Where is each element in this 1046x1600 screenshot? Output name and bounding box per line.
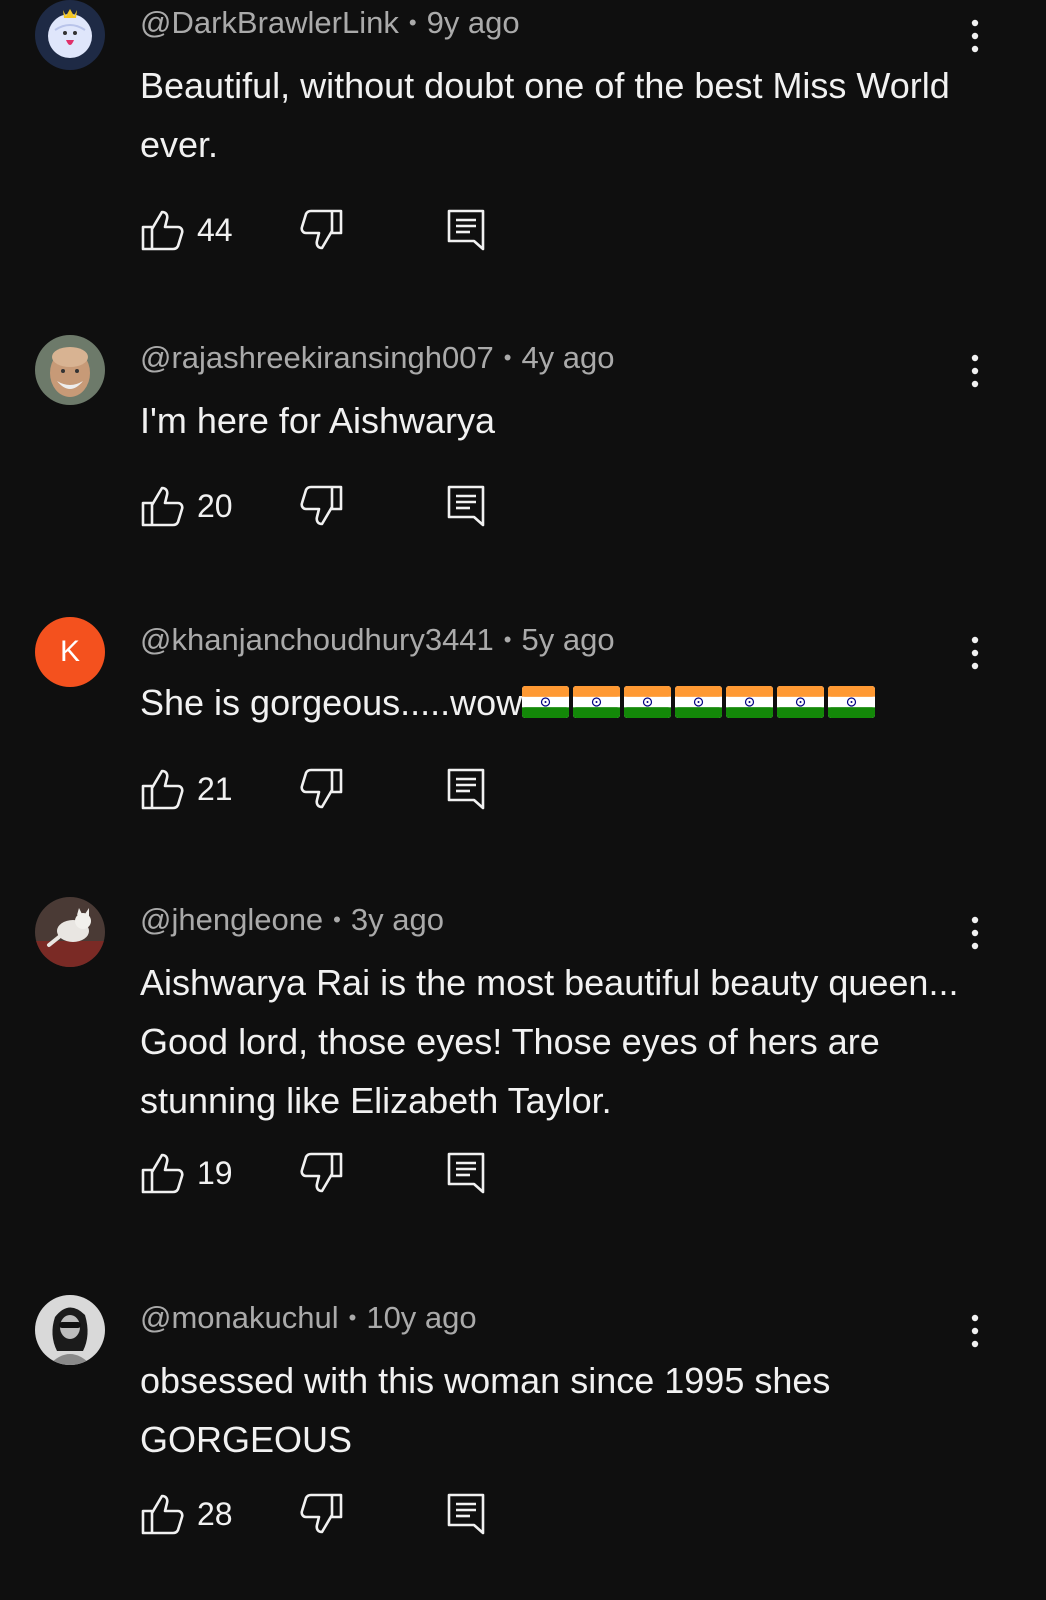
comment-text: I'm here for Aishwarya (140, 400, 496, 441)
reply-icon[interactable] (446, 1492, 486, 1536)
thumbs-up-icon[interactable] (140, 208, 184, 252)
meta-separator: • (503, 627, 512, 652)
thumbs-down-icon[interactable] (300, 1492, 344, 1536)
comment-author[interactable]: @monakuchul (140, 1300, 339, 1335)
reply-icon[interactable] (446, 1151, 486, 1195)
meta-separator: • (408, 10, 417, 35)
thumbs-down-icon[interactable] (300, 767, 344, 811)
india-flag-icon (777, 686, 824, 718)
like-count: 44 (197, 212, 233, 248)
comment-author[interactable]: @rajashreekiransingh007 (140, 340, 494, 375)
like-count: 20 (197, 488, 233, 524)
comment-time: 3y ago (350, 902, 444, 937)
thumbs-up-icon[interactable] (140, 767, 184, 811)
comment-time: 5y ago (521, 622, 615, 657)
comment-text: She is gorgeous.....wow (140, 673, 960, 732)
comment-actions: 19 (140, 1151, 560, 1195)
more-vert-icon[interactable] (965, 633, 985, 673)
comment-actions: 21 (140, 767, 560, 811)
comment-meta: @DarkBrawlerLink • 9y ago (140, 4, 520, 42)
more-vert-icon[interactable] (965, 16, 985, 56)
cat-photo-avatar[interactable] (35, 897, 105, 967)
comment-meta: @rajashreekiransingh007 • 4y ago (140, 339, 615, 377)
bw-photo-avatar[interactable] (35, 1295, 105, 1365)
ghost-avatar[interactable] (35, 0, 105, 70)
reply-icon[interactable] (446, 208, 486, 252)
comment-actions: 44 (140, 208, 560, 252)
thumbs-up-icon[interactable] (140, 1492, 184, 1536)
comment-text: obsessed with this woman since 1995 shes… (140, 1360, 831, 1460)
comment-time: 10y ago (366, 1300, 477, 1335)
thumbs-up-icon[interactable] (140, 484, 184, 528)
comment-text: Aishwarya Rai is the most beautiful beau… (140, 962, 959, 1121)
like-count: 19 (197, 1155, 233, 1191)
comment-text-body: She is gorgeous.....wow (140, 682, 523, 723)
thumbs-down-icon[interactable] (300, 484, 344, 528)
india-flag-icon (828, 686, 875, 718)
comment-actions: 28 (140, 1492, 560, 1536)
more-vert-icon[interactable] (965, 351, 985, 391)
comment-meta: @jhengleone • 3y ago (140, 901, 444, 939)
india-flag-icon (573, 686, 620, 718)
meta-separator: • (348, 1305, 357, 1330)
more-vert-icon[interactable] (965, 1311, 985, 1351)
letter-avatar[interactable]: K (35, 617, 105, 687)
comment-actions: 20 (140, 484, 560, 528)
more-vert-icon[interactable] (965, 913, 985, 953)
comment-text: Beautiful, without doubt one of the best… (140, 65, 950, 165)
meta-separator: • (333, 907, 341, 932)
india-flag-emojis (522, 673, 879, 732)
comment-meta: @khanjanchoudhury3441 • 5y ago (140, 621, 615, 659)
meta-separator: • (503, 345, 512, 370)
india-flag-icon (675, 686, 722, 718)
like-count: 28 (197, 1496, 233, 1532)
comment-author[interactable]: @jhengleone (140, 902, 323, 937)
comment-author[interactable]: @khanjanchoudhury3441 (140, 622, 494, 657)
comment-time: 9y ago (426, 5, 520, 40)
reply-icon[interactable] (446, 767, 486, 811)
photo-avatar[interactable] (35, 335, 105, 405)
thumbs-up-icon[interactable] (140, 1151, 184, 1195)
india-flag-icon (726, 686, 773, 718)
like-count: 21 (197, 771, 233, 807)
comment-meta: @monakuchul • 10y ago (140, 1299, 477, 1337)
comment-author[interactable]: @DarkBrawlerLink (140, 5, 399, 40)
reply-icon[interactable] (446, 484, 486, 528)
comment-time: 4y ago (521, 340, 615, 375)
india-flag-icon (522, 686, 569, 718)
thumbs-down-icon[interactable] (300, 1151, 344, 1195)
thumbs-down-icon[interactable] (300, 208, 344, 252)
india-flag-icon (624, 686, 671, 718)
